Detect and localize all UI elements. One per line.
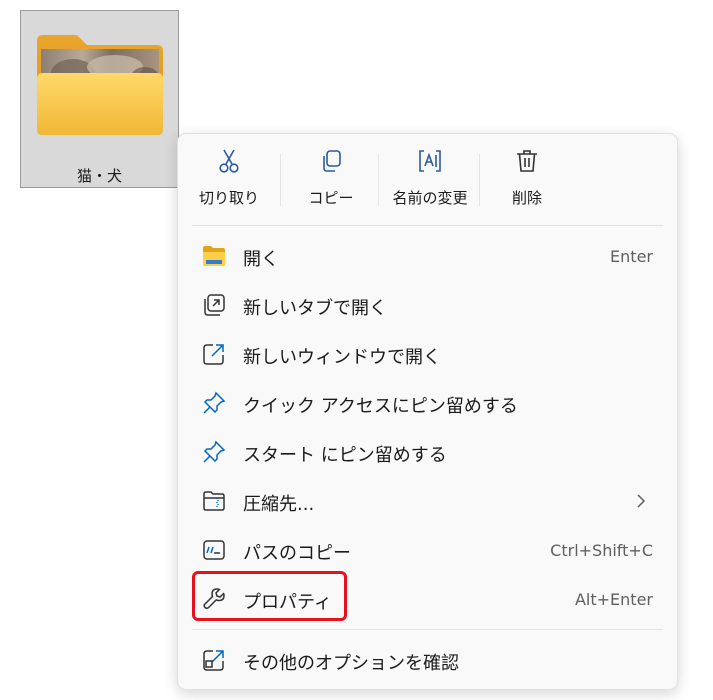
menu-divider	[192, 629, 663, 630]
cut-label: 切り取り	[198, 189, 259, 207]
folder-name: 猫・犬	[76, 167, 122, 185]
more-options-icon	[203, 650, 224, 671]
menu-item-pin-start[interactable]: スタート にピン留めする	[190, 430, 665, 474]
copy-icon	[323, 150, 341, 172]
menu-item-label: 圧縮先...	[243, 494, 315, 515]
folder-with-cat-photo-icon	[37, 35, 163, 135]
menu-item-label: パスのコピー	[243, 543, 351, 564]
toolbar-divider	[479, 154, 480, 206]
toolbar-divider	[280, 154, 281, 206]
folder-icon	[203, 246, 225, 266]
highlight-box	[192, 571, 347, 621]
chevron-right-icon	[637, 494, 646, 508]
menu-item-shortcut: Alt+Enter	[574, 590, 653, 609]
delete-button[interactable]: 削除	[490, 148, 564, 214]
menu-item-label: 新しいタブで開く	[243, 298, 387, 319]
toolbar-divider	[378, 154, 379, 206]
pin-icon	[203, 440, 226, 463]
menu-item-pin-quick-access[interactable]: クイック アクセスにピン留めする	[190, 381, 665, 425]
menu-item-compress[interactable]: 圧縮先...	[190, 479, 665, 523]
menu-item-open-new-tab[interactable]: 新しいタブで開く	[190, 283, 665, 327]
scissors-icon	[219, 149, 239, 173]
copy-path-icon	[203, 540, 225, 560]
pin-icon	[203, 391, 226, 414]
cut-button[interactable]: 切り取り	[192, 148, 266, 214]
delete-label: 削除	[511, 189, 542, 207]
menu-item-copy-path[interactable]: パスのコピー Ctrl+Shift+C	[190, 528, 665, 572]
menu-item-label: その他のオプションを確認	[243, 653, 459, 674]
context-menu-toolbar: 切り取り コピー 名前の変更 削除	[178, 134, 677, 224]
new-tab-icon	[204, 294, 225, 316]
context-menu: 切り取り コピー 名前の変更 削除 開く Enter 新しいタブで開く 新しいウ…	[177, 133, 678, 690]
external-window-icon	[203, 344, 224, 365]
trash-icon	[517, 150, 537, 172]
copy-label: コピー	[308, 189, 354, 207]
menu-item-open[interactable]: 開く Enter	[190, 234, 665, 278]
menu-item-shortcut: Enter	[610, 247, 653, 266]
copy-button[interactable]: コピー	[294, 148, 368, 214]
menu-item-label: 新しいウィンドウで開く	[243, 347, 441, 368]
menu-item-more-options[interactable]: その他のオプションを確認	[190, 638, 665, 682]
menu-item-label: クイック アクセスにピン留めする	[243, 396, 518, 417]
menu-item-label: 開く	[243, 249, 279, 270]
menu-item-label: スタート にピン留めする	[243, 445, 447, 466]
rename-icon	[419, 150, 441, 172]
folder-tile[interactable]: 猫・犬	[20, 10, 179, 188]
rename-label: 名前の変更	[392, 189, 468, 207]
menu-item-open-new-window[interactable]: 新しいウィンドウで開く	[190, 332, 665, 376]
zip-folder-icon	[203, 491, 225, 511]
menu-divider	[192, 225, 663, 226]
rename-button[interactable]: 名前の変更	[382, 148, 478, 214]
menu-item-shortcut: Ctrl+Shift+C	[550, 541, 653, 560]
